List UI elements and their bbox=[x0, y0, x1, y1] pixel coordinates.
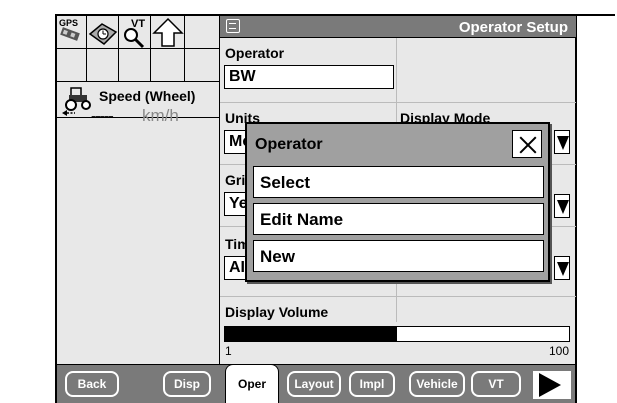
select-option-button[interactable]: Select bbox=[253, 166, 544, 198]
icon-slot-empty bbox=[119, 49, 151, 82]
grid-dropdown-arrow[interactable] bbox=[554, 194, 570, 218]
icon-slot-empty bbox=[185, 49, 219, 82]
vt-search-icon[interactable]: VT bbox=[119, 16, 151, 49]
operator-field[interactable]: BW bbox=[224, 65, 394, 89]
gps-icon[interactable]: GPS bbox=[57, 16, 87, 49]
tab-layout[interactable]: Layout bbox=[287, 371, 341, 397]
dialog-title: Operator bbox=[255, 136, 323, 153]
bottom-tab-bar: Back Disp Oper Layout Impl Vehicle VT bbox=[57, 364, 575, 403]
tab-disp[interactable]: Disp bbox=[163, 371, 211, 397]
tab-oper[interactable]: Oper bbox=[225, 364, 279, 403]
display-volume-label: Display Volume bbox=[225, 304, 329, 320]
tab-vehicle[interactable]: Vehicle bbox=[409, 371, 465, 397]
map-icon[interactable] bbox=[87, 16, 119, 49]
operator-label: Operator bbox=[225, 45, 285, 61]
row-divider bbox=[220, 102, 576, 103]
time-dropdown-arrow[interactable] bbox=[554, 256, 570, 280]
tab-impl[interactable]: Impl bbox=[349, 371, 395, 397]
volume-min-label: 1 bbox=[225, 344, 232, 358]
title-bar: Operator Setup bbox=[220, 16, 576, 38]
page-title: Operator Setup bbox=[458, 19, 568, 36]
display-mode-dropdown-arrow[interactable] bbox=[554, 130, 570, 154]
status-sidebar: GPS VT Speed (Wheel) ----- km/h bbox=[57, 16, 219, 364]
edit-name-option-button[interactable]: Edit Name bbox=[253, 203, 544, 235]
speed-label: Speed (Wheel) bbox=[99, 88, 196, 104]
tractor-icon bbox=[62, 87, 91, 116]
operator-dialog: Operator Select Edit Name New bbox=[245, 122, 550, 282]
status-icon-grid: GPS VT bbox=[57, 16, 219, 82]
screen-icon bbox=[226, 19, 240, 33]
icon-slot-empty bbox=[151, 49, 185, 82]
icon-slot-empty bbox=[57, 49, 87, 82]
icon-slot-empty bbox=[87, 49, 119, 82]
next-page-arrow-icon[interactable] bbox=[533, 371, 571, 399]
display-volume-slider[interactable] bbox=[224, 326, 570, 342]
icon-slot-empty bbox=[185, 16, 219, 49]
volume-max-label: 100 bbox=[548, 344, 569, 358]
speed-value: ----- bbox=[91, 108, 114, 125]
close-icon[interactable] bbox=[512, 130, 542, 158]
tab-vt[interactable]: VT bbox=[471, 371, 521, 397]
up-arrow-icon[interactable] bbox=[151, 16, 185, 49]
volume-level-fill bbox=[225, 327, 397, 341]
gps-icon-label: GPS bbox=[59, 18, 78, 28]
speed-unit: km/h bbox=[142, 106, 179, 125]
grid-label: Gri bbox=[225, 172, 246, 188]
row-divider bbox=[220, 296, 576, 297]
back-button[interactable]: Back bbox=[65, 371, 119, 397]
vt-icon-label: VT bbox=[131, 18, 145, 30]
frame-right-border bbox=[575, 14, 577, 403]
new-option-button[interactable]: New bbox=[253, 240, 544, 272]
speed-readout: Speed (Wheel) ----- km/h bbox=[57, 82, 219, 125]
